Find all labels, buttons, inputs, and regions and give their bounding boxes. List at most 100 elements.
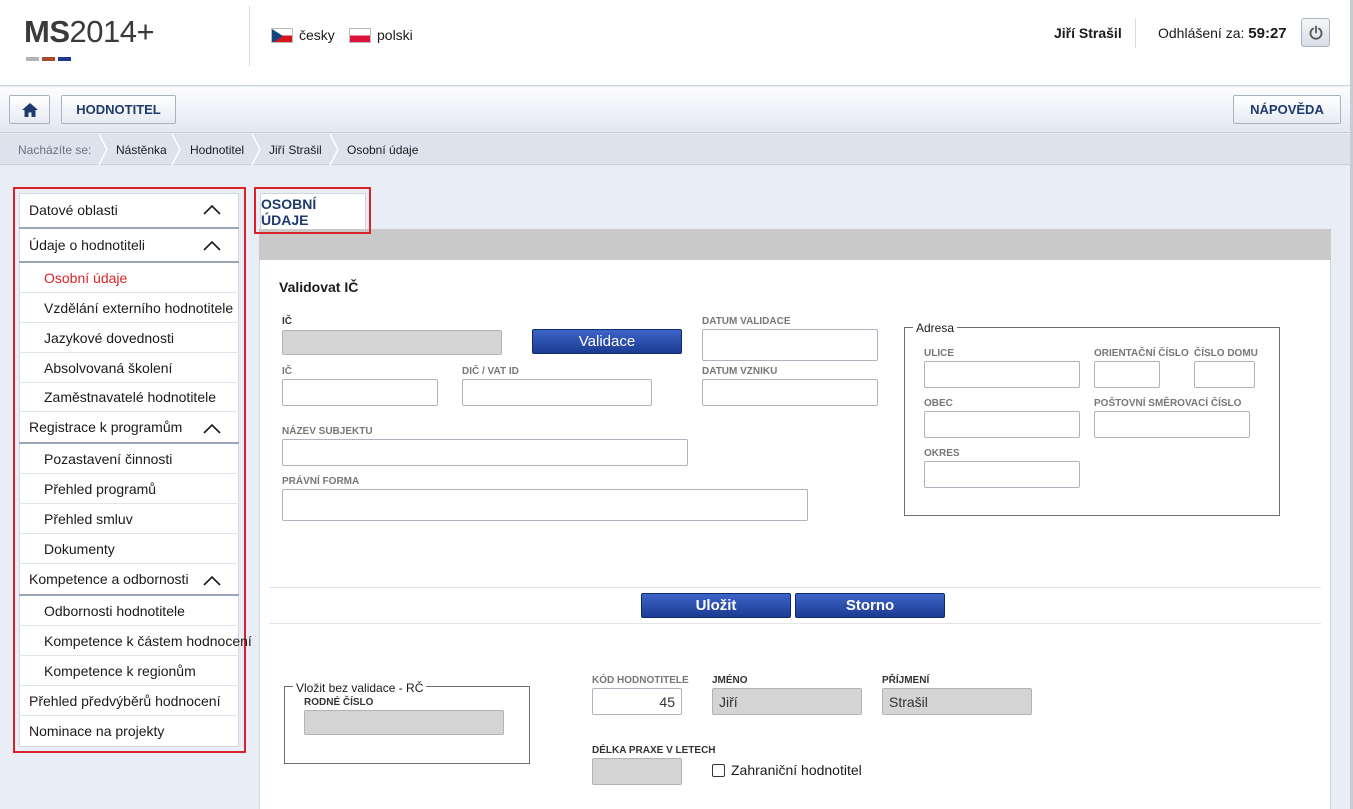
label-pravni-forma: PRÁVNÍ FORMA [282,476,360,487]
breadcrumb-separator-icon [98,134,108,165]
orientacni-cislo-input[interactable] [1094,361,1160,388]
power-icon [1309,25,1322,40]
menu-section-datove-oblasti[interactable]: Datové oblasti [19,193,239,229]
divider-top [269,587,1321,588]
menu-item-odbornosti[interactable]: Odbornosti hodnotitele [19,596,239,626]
kod-hodnotitele-input[interactable] [592,688,682,715]
logout-label: Odhlášení za: [1158,25,1245,41]
role-button[interactable]: HODNOTITEL [61,95,176,124]
label-nazev-subjektu: NÁZEV SUBJEKTU [282,426,373,437]
user-name[interactable]: Jiří Strašil [1054,25,1122,41]
datum-validace-input[interactable] [702,329,878,361]
menu-item-prehled-smluv[interactable]: Přehled smluv [19,504,239,534]
lang-polish[interactable]: polski [349,25,413,45]
ulozit-button[interactable]: Uložit [641,593,791,618]
ulice-input[interactable] [924,361,1080,388]
logout-time: 59:27 [1248,25,1287,42]
foreign-evaluator-label: Zahraniční hodnotitel [731,762,862,778]
cislo-domu-input[interactable] [1194,361,1255,388]
menu-section-registrace[interactable]: Registrace k programům [19,412,239,444]
menu-item-label: Přehled programů [44,480,157,497]
chevron-up-icon [203,575,221,586]
menu-item-label: Kompetence k regionům [44,662,196,679]
datum-vzniku-input[interactable] [702,379,878,406]
logout-button[interactable] [1301,18,1330,47]
menu-item-nominace[interactable]: Nominace na projekty [19,716,239,746]
foreign-evaluator-checkbox[interactable]: Zahraniční hodnotitel [712,762,862,778]
menu-section-label: Registrace k programům [29,419,183,435]
obec-input[interactable] [924,411,1080,438]
lang-czech[interactable]: česky [271,25,335,45]
menu-item-zamestnavatele[interactable]: Zaměstnavatelé hodnotitele [19,383,239,412]
label-datum-vzniku: DATUM VZNIKU [702,366,778,377]
label-psc: POŠTOVNÍ SMĚROVACÍ ČÍSLO [1094,398,1242,409]
menu-item-prehled-predvyberu[interactable]: Přehled předvýběrů hodnocení [19,686,239,716]
ic-input[interactable] [282,379,438,406]
ic-validate-input[interactable] [282,330,502,355]
menu-section-label: Datové oblasti [29,202,118,218]
label-ic: IČ [282,366,292,377]
chevron-up-icon [203,240,221,251]
validace-button[interactable]: Validace [532,329,682,354]
menu-item-jazykove-dovednosti[interactable]: Jazykové dovednosti [19,323,239,353]
rc-legend: Vložit bez validace - RČ [293,681,427,695]
menu-item-label: Přehled předvýběrů hodnocení [29,692,221,709]
menu-item-label: Kompetence k částem hodnocení [44,632,252,649]
menu-item-absolvovana-skoleni[interactable]: Absolvovaná školení [19,353,239,383]
content-header-bar [259,229,1331,260]
menu-item-label: Vzdělání externího hodnotitele [44,299,234,316]
breadcrumb-item-nastenka[interactable]: Nástěnka [116,143,167,157]
divider-bottom [269,623,1321,624]
prijmeni-input[interactable] [882,688,1032,715]
label-rodne-cislo: RODNÉ ČÍSLO [304,697,374,708]
label-dic: DIČ / VAT ID [462,366,519,377]
menu-item-osobni-udaje[interactable]: Osobní údaje [19,263,239,293]
menu-item-label: Jazykové dovednosti [44,329,174,346]
label-obec: OBEC [924,398,953,409]
label-cislo-domu: ČÍSLO DOMU [1194,348,1258,359]
delka-praxe-input[interactable] [592,758,682,785]
menu-item-pozastaveni[interactable]: Pozastavení činnosti [19,444,239,474]
label-prijmeni: PŘÍJMENÍ [882,675,930,686]
breadcrumb-separator-icon [251,134,261,165]
breadcrumb-separator-icon [171,134,181,165]
breadcrumb-item-hodnotitel[interactable]: Hodnotitel [190,143,244,157]
psc-input[interactable] [1094,411,1250,438]
logo-text: MS2014+ [24,14,155,49]
label-jmeno: JMÉNO [712,675,748,686]
breadcrumb-item-user[interactable]: Jiří Strašil [269,143,322,157]
breadcrumb-separator-icon [329,134,339,165]
checkbox-icon [712,763,725,777]
breadcrumb-item-current: Osobní údaje [347,143,419,157]
menu-item-kompetence-castem[interactable]: Kompetence k částem hodnocení [19,626,252,656]
tab-osobni-udaje[interactable]: OSOBNÍ ÚDAJE [260,193,366,229]
address-legend: Adresa [913,321,958,335]
menu-item-label: Osobní údaje [44,269,128,286]
label-delka-praxe: DÉLKA PRAXE V LETECH [592,745,716,756]
ms2014-logo[interactable]: MS2014+ [24,14,155,61]
breadcrumb-label: Nacházíte se: [18,143,92,157]
storno-button[interactable]: Storno [795,593,945,618]
rodne-cislo-input[interactable] [304,710,504,735]
menu-section-label: Údaje o hodnotiteli [29,237,145,253]
logout-timer: Odhlášení za: 59:27 [1158,25,1287,42]
toolbar [0,87,1350,133]
menu-item-kompetence-regionum[interactable]: Kompetence k regionům [19,656,239,686]
home-button[interactable] [9,95,50,124]
nazev-subjektu-input[interactable] [282,439,688,466]
menu-section-kompetence[interactable]: Kompetence a odbornosti [19,564,239,596]
label-orientacni-cislo: ORIENTAČNÍ ČÍSLO [1094,348,1189,359]
menu-section-udaje-o-hodnotiteli[interactable]: Údaje o hodnotiteli [19,229,239,263]
menu-section-label: Kompetence a odbornosti [29,571,189,587]
menu-item-prehled-programu[interactable]: Přehled programů [19,474,239,504]
dic-input[interactable] [462,379,652,406]
chevron-up-icon [203,204,221,215]
menu-item-vzdelani[interactable]: Vzdělání externího hodnotitele [19,293,239,323]
pravni-forma-input[interactable] [282,489,808,521]
help-button[interactable]: NÁPOVĚDA [1233,95,1341,124]
okres-input[interactable] [924,461,1080,488]
jmeno-input[interactable] [712,688,862,715]
menu-item-label: Absolvovaná školení [44,359,173,376]
menu-item-dokumenty[interactable]: Dokumenty [19,534,239,564]
menu-item-label: Přehled smluv [44,510,133,527]
